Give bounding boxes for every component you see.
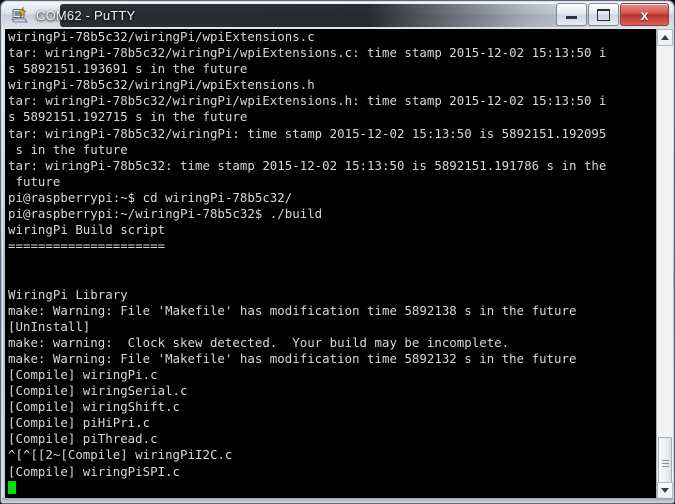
scrollbar-track[interactable] bbox=[657, 46, 673, 492]
terminal-cursor bbox=[8, 480, 16, 494]
window-inner: COM62 - PuTTY x wiringPi-78b5c32/wiringP… bbox=[2, 2, 673, 502]
title-bar-stripe bbox=[60, 4, 620, 27]
close-button[interactable]: x bbox=[620, 3, 669, 26]
minimize-button[interactable] bbox=[556, 3, 587, 26]
title-bar[interactable]: COM62 - PuTTY x bbox=[2, 2, 673, 29]
scroll-up-button[interactable] bbox=[657, 29, 673, 46]
scrollbar-grip-icon bbox=[662, 460, 669, 468]
terminal-text: wiringPi-78b5c32/wiringPi/wpiExtensions.… bbox=[8, 29, 653, 496]
chevron-down-icon bbox=[661, 488, 669, 493]
scroll-down-button[interactable] bbox=[657, 482, 673, 499]
close-icon: x bbox=[640, 6, 649, 23]
window-bottom-edge bbox=[2, 498, 673, 502]
putty-icon[interactable] bbox=[11, 6, 30, 25]
maximize-button[interactable] bbox=[588, 3, 619, 26]
restore-icon bbox=[589, 4, 618, 25]
minimize-icon bbox=[557, 4, 586, 25]
window-controls: x bbox=[555, 3, 669, 26]
window-title: COM62 - PuTTY bbox=[36, 8, 136, 23]
chevron-up-icon bbox=[661, 35, 669, 40]
terminal-screen[interactable]: wiringPi-78b5c32/wiringPi/wpiExtensions.… bbox=[8, 29, 653, 499]
terminal-frame: wiringPi-78b5c32/wiringPi/wpiExtensions.… bbox=[5, 29, 670, 499]
terminal-scrollbar[interactable] bbox=[656, 29, 673, 499]
putty-window: COM62 - PuTTY x wiringPi-78b5c32/wiringP… bbox=[0, 0, 675, 504]
